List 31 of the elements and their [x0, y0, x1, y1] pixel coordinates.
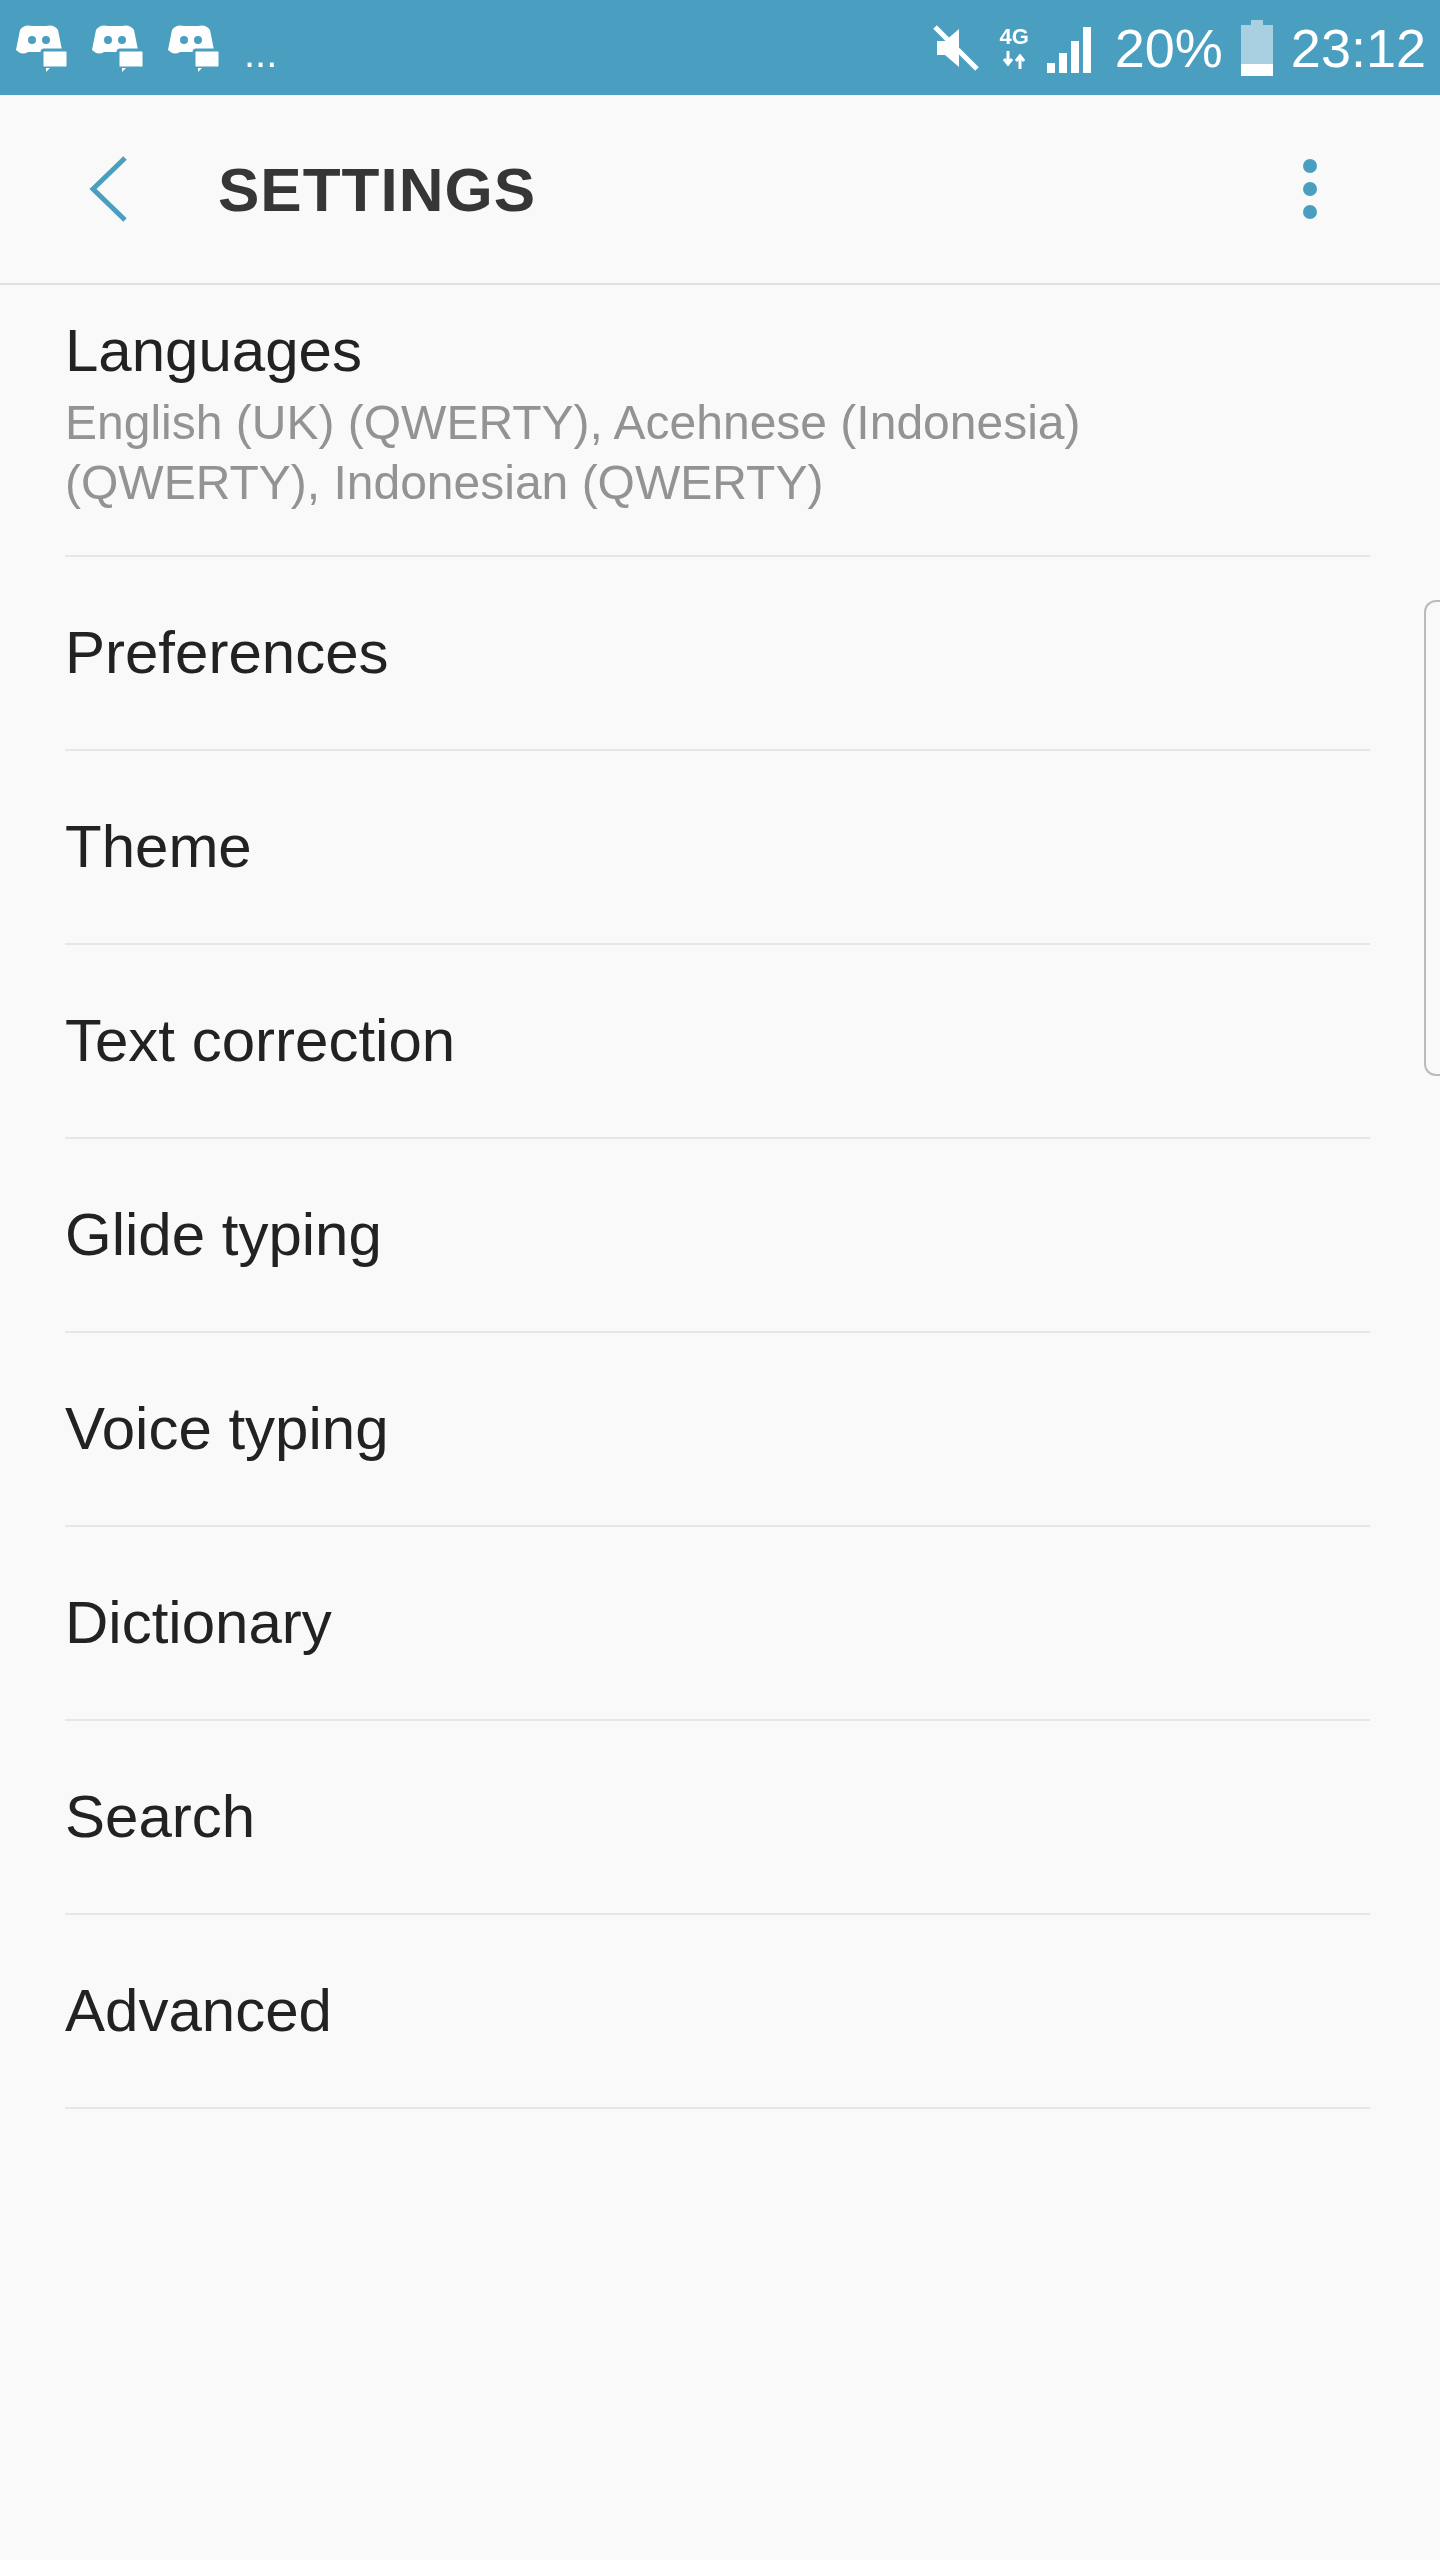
settings-item[interactable]: Theme: [65, 751, 1370, 945]
item-title: Dictionary: [65, 1588, 332, 1658]
chat-app-icon: [92, 23, 146, 72]
settings-item[interactable]: Advanced: [65, 1915, 1370, 2109]
item-title: Voice typing: [65, 1394, 389, 1464]
battery-icon: [1240, 19, 1273, 76]
settings-item[interactable]: Languages English (UK) (QWERTY), Acehnese (Indonesia) (QWERTY), Indonesian (QWERTY): [65, 285, 1370, 557]
item-title: Text correction: [65, 1006, 456, 1076]
item-title: Languages: [65, 316, 362, 386]
back-icon[interactable]: [88, 156, 128, 222]
settings-item[interactable]: Voice typing: [65, 1333, 1370, 1527]
chat-app-icon: [168, 23, 222, 72]
battery-percent: 20%: [1114, 20, 1223, 75]
item-title: Advanced: [65, 1976, 332, 2046]
settings-item[interactable]: Search: [65, 1721, 1370, 1915]
data-arrows-icon: [1003, 51, 1026, 69]
more-notifications: ...: [244, 32, 278, 73]
settings-item[interactable]: Text correction: [65, 945, 1370, 1139]
item-summary: English (UK) (QWERTY), Acehnese (Indonesia) (QWERTY), Indonesian (QWERTY): [65, 395, 1082, 511]
settings-item[interactable]: Dictionary: [65, 1527, 1370, 1721]
more-options-icon[interactable]: [1302, 158, 1318, 220]
item-title: Search: [65, 1782, 256, 1852]
item-title: Theme: [65, 812, 252, 882]
clock: 23:12: [1290, 20, 1426, 75]
page-title: SETTINGS: [218, 153, 538, 225]
network-type: 4G: [999, 26, 1029, 69]
item-title: Preferences: [65, 618, 389, 688]
settings-item[interactable]: Preferences: [65, 557, 1370, 751]
settings-item[interactable]: Glide typing: [65, 1139, 1370, 1333]
chat-app-icon: [16, 23, 70, 72]
item-title: Glide typing: [65, 1200, 382, 1270]
